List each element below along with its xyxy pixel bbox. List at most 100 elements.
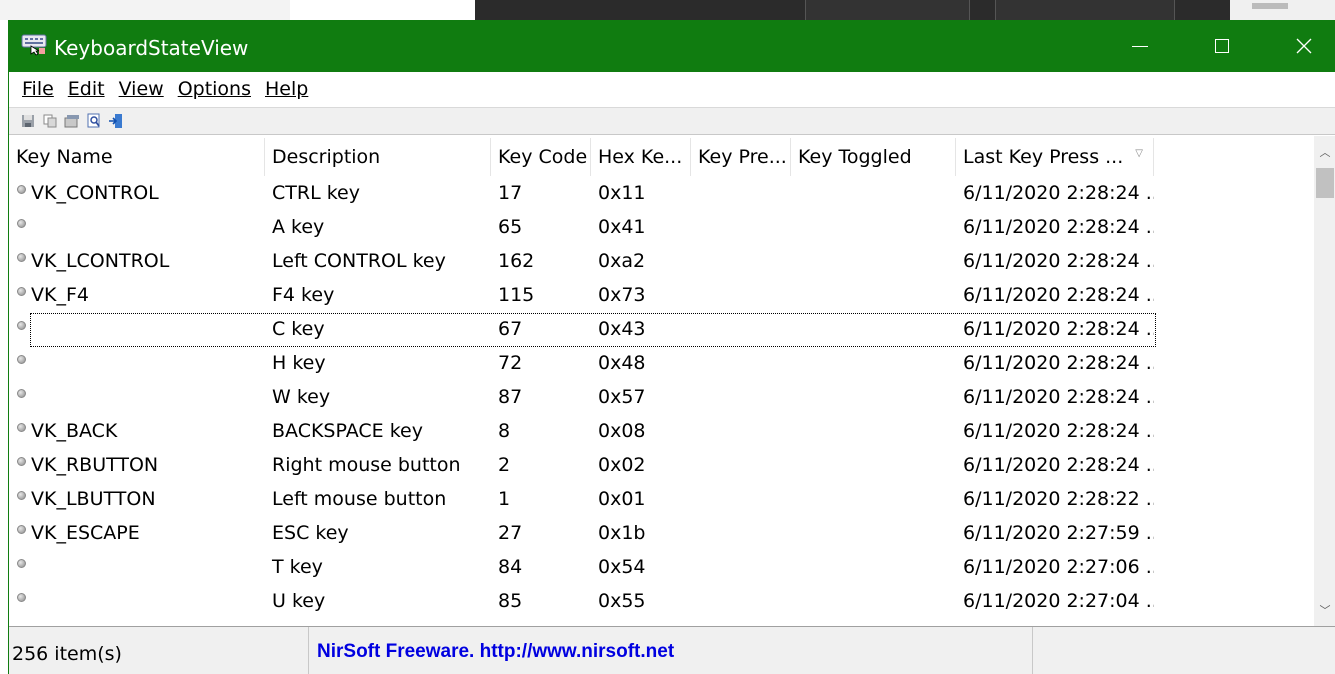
background-tile	[805, 0, 970, 20]
column-header-key-name[interactable]: Key Name	[9, 138, 265, 176]
cell-hex-key-code: 0x55	[591, 584, 691, 618]
cell-hex-key-code-text: 0x08	[598, 420, 646, 442]
key-list[interactable]: Key Name Description Key Code Hex Ke... …	[9, 136, 1335, 626]
chevron-up-icon: ︿	[1319, 147, 1331, 159]
cell-key-name: VK_CONTROL	[9, 176, 265, 210]
maximize-button[interactable]	[1181, 20, 1263, 72]
cell-key-code-text: 84	[498, 556, 523, 578]
menu-edit[interactable]: Edit	[61, 78, 112, 100]
scroll-down-button[interactable]: ﹀	[1314, 600, 1335, 620]
vertical-scrollbar[interactable]: ︿ ﹀	[1314, 136, 1335, 626]
cell-hex-key-code: 0x73	[591, 278, 691, 312]
cell-key-toggled	[791, 244, 956, 278]
menu-help[interactable]: Help	[258, 78, 315, 100]
table-row[interactable]: W key 87 0x57 6/11/2020 2:28:24 ...	[9, 380, 1154, 414]
cell-key-name: VK_LBUTTON	[9, 482, 265, 516]
background-document	[290, 0, 475, 20]
cell-last-key-press-text: 6/11/2020 2:27:06 ...	[963, 556, 1154, 578]
cell-last-key-press-text: 6/11/2020 2:28:24 ...	[963, 454, 1154, 476]
table-row[interactable]: VK_F4 F4 key 115 0x73 6/11/2020 2:28:24 ...	[9, 278, 1154, 312]
save-icon	[22, 115, 34, 127]
cell-key-pressed	[691, 516, 791, 550]
cell-description-text: ESC key	[272, 522, 349, 544]
key-state-icon	[17, 524, 26, 534]
cell-key-name-text: VK_RBUTTON	[31, 454, 159, 476]
table-row[interactable]: VK_CONTROL CTRL key 17 0x11 6/11/2020 2:28:2…	[9, 176, 1154, 210]
table-row[interactable]: VK_LBUTTON Left mouse button 1 0x01 6/11/202…	[9, 482, 1154, 516]
minimize-icon	[1132, 45, 1148, 47]
cell-last-key-press-text: 6/11/2020 2:28:24 ...	[963, 386, 1154, 408]
exit-button[interactable]	[107, 112, 125, 130]
menu-file[interactable]: File	[15, 78, 61, 100]
close-button[interactable]	[1263, 20, 1335, 72]
minimize-button[interactable]	[1099, 20, 1181, 72]
maximize-icon	[1215, 39, 1229, 53]
cell-last-key-press: 6/11/2020 2:27:04 ...	[956, 584, 1154, 618]
column-label: Last Key Press ...	[963, 146, 1124, 168]
cell-last-key-press-text: 6/11/2020 2:28:24 ...	[963, 284, 1154, 306]
table-row[interactable]: VK_ESCAPE ESC key 27 0x1b 6/11/2020 2:27:59 …	[9, 516, 1154, 550]
list-header: Key Name Description Key Code Hex Ke... …	[9, 138, 1154, 176]
nirsoft-link[interactable]: NirSoft Freeware. http://www.nirsoft.net	[309, 627, 1033, 674]
cell-description: T key	[265, 550, 491, 584]
table-row[interactable]: VK_RBUTTON Right mouse button 2 0x02 6/11/20…	[9, 448, 1154, 482]
key-state-icon	[17, 422, 26, 432]
cell-key-code-text: 8	[498, 420, 511, 442]
column-header-hex-key[interactable]: Hex Ke...	[591, 138, 691, 176]
background-desktop	[0, 0, 1335, 20]
cell-key-code-text: 115	[498, 284, 535, 306]
title-bar[interactable]: KeyboardStateView	[9, 20, 1335, 72]
column-header-key-code[interactable]: Key Code	[491, 138, 591, 176]
cell-hex-key-code-text: 0xa2	[598, 250, 646, 272]
status-bar: 256 item(s) NirSoft Freeware. http://www…	[9, 626, 1335, 674]
cell-hex-key-code-text: 0x57	[598, 386, 646, 408]
column-label: Key Name	[16, 146, 113, 168]
cell-hex-key-code: 0x57	[591, 380, 691, 414]
cell-description: Left CONTROL key	[265, 244, 491, 278]
cell-key-code-text: 1	[498, 488, 511, 510]
cell-key-toggled	[791, 448, 956, 482]
cell-key-name: VK_LCONTROL	[9, 244, 265, 278]
menu-bar: File Edit View Options Help	[9, 72, 1335, 106]
table-row[interactable]: T key 84 0x54 6/11/2020 2:27:06 ...	[9, 550, 1154, 584]
cell-hex-key-code-text: 0x48	[598, 352, 646, 374]
cell-description-text: A key	[272, 216, 325, 238]
scroll-thumb[interactable]	[1316, 168, 1334, 198]
cell-key-name	[9, 312, 265, 346]
cell-hex-key-code-text: 0x55	[598, 590, 646, 612]
column-label: Key Code	[498, 146, 588, 168]
column-header-key-pressed[interactable]: Key Pre...	[691, 138, 791, 176]
scroll-up-button[interactable]: ︿	[1314, 142, 1335, 162]
cell-description: C key	[265, 312, 491, 346]
cell-key-toggled	[791, 380, 956, 414]
column-header-key-toggled[interactable]: Key Toggled	[791, 138, 956, 176]
find-button[interactable]	[85, 112, 103, 130]
copy-button[interactable]	[41, 112, 59, 130]
cell-description: A key	[265, 210, 491, 244]
cell-key-name-text: VK_LCONTROL	[31, 250, 170, 272]
table-row[interactable]: VK_LCONTROL Left CONTROL key 162 0xa2 6/11/2…	[9, 244, 1154, 278]
table-row[interactable]: VK_BACK BACKSPACE key 8 0x08 6/11/2020 2:28:…	[9, 414, 1154, 448]
menu-options[interactable]: Options	[171, 78, 258, 100]
find-icon	[87, 113, 100, 128]
column-header-description[interactable]: Description	[265, 138, 491, 176]
cell-key-pressed	[691, 448, 791, 482]
table-row[interactable]: A key 65 0x41 6/11/2020 2:28:24 ...	[9, 210, 1154, 244]
table-row[interactable]: U key 85 0x55 6/11/2020 2:27:04 ...	[9, 584, 1154, 618]
cell-key-code: 65	[491, 210, 591, 244]
menu-file-label: File	[22, 78, 54, 100]
cell-key-pressed	[691, 550, 791, 584]
key-state-icon	[17, 286, 26, 296]
properties-button[interactable]	[63, 112, 81, 130]
column-header-last-key-press[interactable]: Last Key Press ... ▽	[956, 138, 1154, 176]
cell-hex-key-code: 0x02	[591, 448, 691, 482]
cell-key-toggled	[791, 210, 956, 244]
table-row[interactable]: H key 72 0x48 6/11/2020 2:28:24 ...	[9, 346, 1154, 380]
cell-key-code: 67	[491, 312, 591, 346]
table-row[interactable]: C key 67 0x43 6/11/2020 2:28:24 ...	[9, 312, 1156, 347]
cell-key-code: 8	[491, 414, 591, 448]
save-button[interactable]	[19, 112, 37, 130]
cell-last-key-press-text: 6/11/2020 2:28:24 ...	[963, 352, 1154, 374]
menu-view[interactable]: View	[112, 78, 171, 100]
window-title: KeyboardStateView	[54, 36, 249, 60]
